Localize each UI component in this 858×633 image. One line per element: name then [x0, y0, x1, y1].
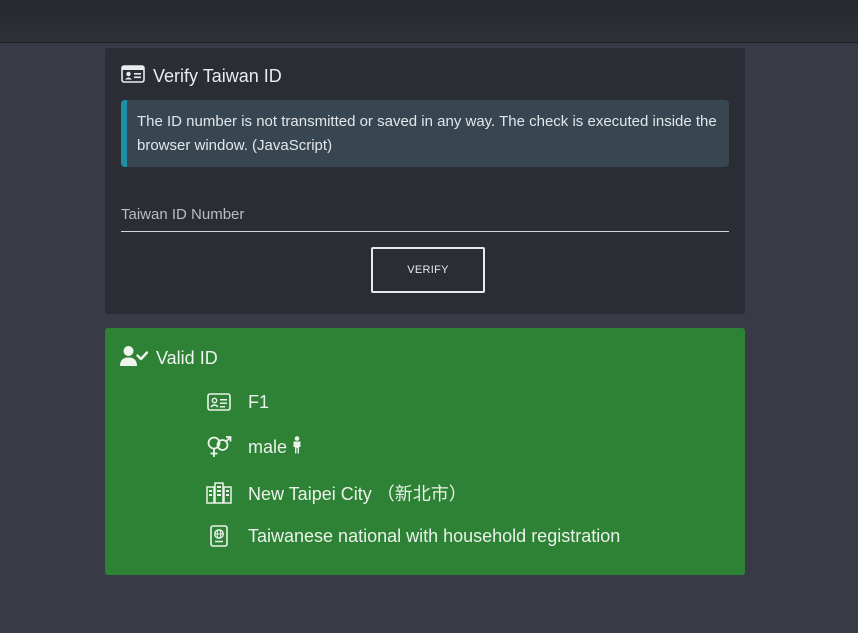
gender-icon	[206, 435, 232, 459]
gender-value: male	[248, 435, 302, 459]
region-value: New Taipei City （新北市）	[248, 484, 467, 504]
privacy-info-text: The ID number is not transmitted or save…	[137, 113, 717, 154]
buildings-icon	[206, 481, 232, 505]
valid-id-result-card: Valid ID F1 male New Taipei City （新北市） T…	[105, 328, 745, 575]
id-card-icon	[121, 65, 145, 88]
id-number-field	[121, 198, 729, 232]
id-card-icon	[206, 390, 232, 414]
user-check-icon	[120, 345, 149, 372]
result-header: Valid ID	[120, 345, 218, 372]
verify-card-title: Verify Taiwan ID	[153, 66, 282, 86]
id-number-input[interactable]	[121, 198, 729, 230]
verify-button[interactable]: VERIFY	[371, 247, 485, 293]
id-number-value: F1	[248, 392, 349, 413]
top-navbar	[0, 0, 858, 43]
gender-row: male	[206, 435, 302, 459]
citizenship-value: Taiwanese national with household regist…	[248, 525, 621, 546]
id-number-text: F1	[248, 391, 270, 412]
gender-text: male	[248, 436, 288, 457]
result-title: Valid ID	[156, 348, 218, 368]
passport-icon	[206, 524, 232, 548]
verify-card: Verify Taiwan ID The ID number is not tr…	[105, 48, 745, 314]
id-number-row: F1	[206, 390, 349, 414]
region-row: New Taipei City （新北市）	[206, 480, 467, 506]
male-figure-icon	[292, 435, 302, 459]
privacy-info-alert: The ID number is not transmitted or save…	[121, 100, 729, 167]
redacted-area	[269, 394, 349, 408]
verify-card-header: Verify Taiwan ID	[121, 65, 282, 88]
citizenship-row: Taiwanese national with household regist…	[206, 524, 620, 548]
